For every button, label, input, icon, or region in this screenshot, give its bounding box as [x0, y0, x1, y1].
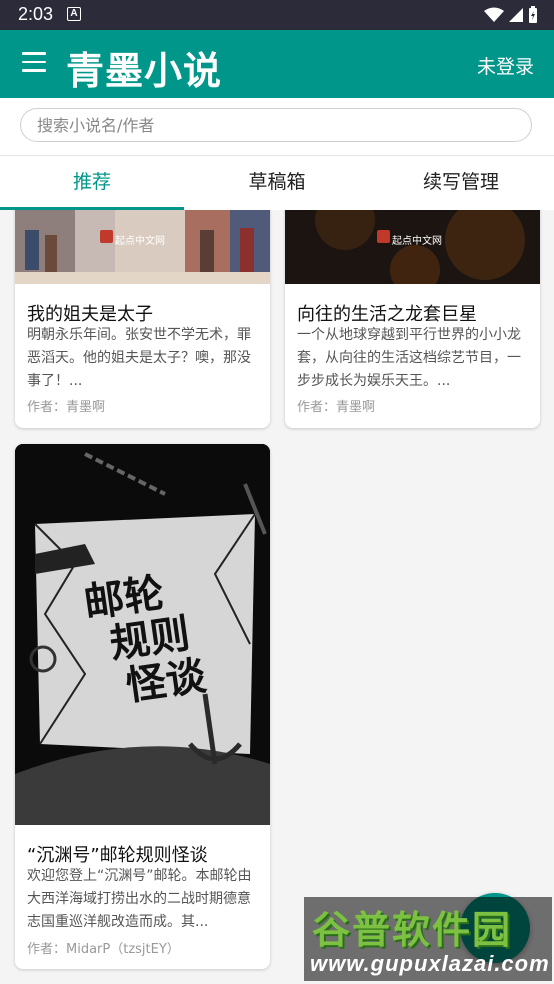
- watermark-text: 谷普软件园: [312, 908, 513, 952]
- book-card[interactable]: 起点中文网 我的姐夫是太子 明朝永乐年间。张安世不学无术，罪恶滔天。他的姐夫是太…: [15, 210, 270, 428]
- status-time: 2:03: [18, 4, 54, 24]
- book-description: 一个从地球穿越到平行世界的小小龙套，从向往的生活这档综艺节目，一步步成长为娱乐天…: [297, 327, 521, 389]
- book-title: 我的姐夫是太子: [27, 304, 153, 325]
- watermark: 谷普软件园 www.gupuxlazai.com: [304, 897, 552, 981]
- book-author: 作者：MidarP（tzsjtEY）: [27, 942, 180, 957]
- book-cover: 起点中文网: [285, 210, 540, 295]
- tab-bar: 推荐 草稿箱 续写管理: [0, 155, 554, 210]
- cover-title-art: 邮轮 规则 怪谈: [81, 567, 209, 713]
- book-cover: 起点中文网: [15, 210, 270, 284]
- app-title: 青墨小说: [66, 49, 223, 93]
- tab-recommend[interactable]: 推荐: [0, 156, 184, 209]
- book-title: “沉渊号”邮轮规则怪谈: [27, 845, 208, 866]
- book-title: 向往的生活之龙套巨星: [297, 304, 477, 325]
- tab-drafts[interactable]: 草稿箱: [185, 156, 369, 209]
- book-card[interactable]: 起点中文网 向往的生活之龙套巨星 一个从地球穿越到平行世界的小小龙套，从向往的生…: [285, 210, 540, 428]
- login-button[interactable]: 未登录: [477, 52, 534, 79]
- book-author: 作者：青墨啊: [27, 400, 106, 415]
- status-icons: [484, 6, 538, 24]
- cover-badge: 起点中文网: [392, 236, 442, 247]
- wifi-icon: [484, 7, 504, 22]
- status-bar: 2:03 A: [0, 0, 554, 30]
- book-card[interactable]: 邮轮 规则 怪谈 “沉渊号”邮轮规则怪谈 欢迎您登上“沉渊号”邮轮。本邮轮由大西…: [15, 444, 270, 969]
- cover-image: [285, 210, 540, 295]
- tab-continuation-management[interactable]: 续写管理: [369, 156, 553, 209]
- book-author: 作者：青墨啊: [297, 400, 376, 415]
- signal-icon: [509, 8, 523, 22]
- app-bar: 青墨小说 未登录: [0, 30, 554, 98]
- watermark-url: www.gupuxlazai.com: [310, 951, 550, 976]
- book-description: 明朝永乐年间。张安世不学无术，罪恶滔天。他的姐夫是太子？噢，那没事了！...: [27, 327, 251, 389]
- battery-icon: [529, 6, 537, 23]
- cover-image: [15, 210, 270, 284]
- search-input[interactable]: [20, 108, 532, 142]
- book-description: 欢迎您登上“沉渊号”邮轮。本邮轮由大西洋海域打捞出水的二战时期德意志国重巡洋舰改…: [27, 868, 252, 930]
- notification-icon: A: [67, 7, 81, 21]
- menu-icon[interactable]: [22, 52, 46, 72]
- cover-badge: 起点中文网: [115, 236, 165, 247]
- book-grid: 起点中文网 我的姐夫是太子 明朝永乐年间。张安世不学无术，罪恶滔天。他的姐夫是太…: [0, 210, 554, 984]
- search-bar: [0, 98, 554, 155]
- book-cover: 邮轮 规则 怪谈: [15, 444, 270, 825]
